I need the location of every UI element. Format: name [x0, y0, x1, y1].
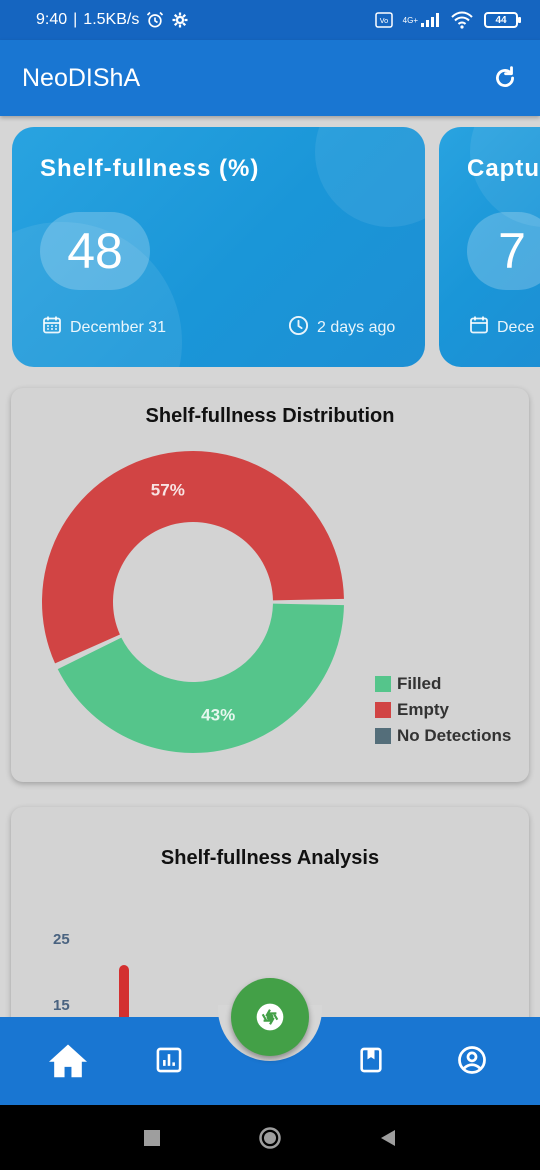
legend-item-no-detections: No Detections: [375, 723, 511, 749]
stat-card-date: December 31: [42, 315, 166, 340]
nav-bookmark-button[interactable]: [349, 1038, 393, 1082]
home-icon: [49, 1044, 87, 1078]
capture-fab-button[interactable]: [231, 978, 309, 1056]
legend-swatch-filled: [375, 676, 391, 692]
back-icon: [381, 1130, 395, 1146]
nav-analytics-button[interactable]: [147, 1038, 191, 1082]
nav-profile-button[interactable]: [450, 1038, 494, 1082]
legend-swatch-no-detections: [375, 728, 391, 744]
nav-home-button[interactable]: [46, 1038, 90, 1082]
stat-card-shelf-fullness[interactable]: Shelf-fullness (%) 48 December 31 2 days…: [12, 127, 425, 367]
legend-item-filled: Filled: [375, 671, 511, 697]
stat-card-value: 7: [467, 212, 540, 290]
account-icon: [458, 1046, 486, 1074]
square-icon: [144, 1130, 160, 1146]
distribution-legend: Filled Empty No Detections: [375, 671, 511, 749]
status-bar: 9:40 | 1.5KB/s Vo 4G+ 44: [0, 0, 540, 40]
calendar-icon: [42, 315, 62, 340]
legend-item-empty: Empty: [375, 697, 511, 723]
signal-icon: 4G+: [403, 12, 440, 28]
stat-card-title: Shelf-fullness (%): [40, 155, 260, 182]
stat-card-value: 48: [40, 212, 150, 290]
chart-icon: [156, 1047, 182, 1073]
app-bar: NeoDIShA: [0, 40, 540, 116]
stat-card-ago: 2 days ago: [288, 315, 395, 341]
clock-icon: [288, 315, 309, 341]
home-system-button[interactable]: [254, 1122, 286, 1154]
donut-label: 43%: [201, 706, 235, 725]
settings-icon: [171, 11, 189, 29]
stat-card-captures[interactable]: Captu 7 Dece: [439, 127, 540, 367]
circle-icon: [259, 1127, 281, 1149]
donut-label: 57%: [151, 480, 185, 499]
refresh-icon[interactable]: [490, 63, 520, 93]
camera-icon: [256, 1003, 284, 1031]
status-time: 9:40: [36, 11, 68, 28]
recent-apps-button[interactable]: [136, 1122, 168, 1154]
alarm-icon: [145, 10, 165, 30]
y-tick-label: 25: [53, 931, 70, 948]
wifi-icon: [450, 11, 474, 29]
analysis-title: Shelf-fullness Analysis: [160, 847, 380, 869]
stat-card-date: Dece: [469, 315, 534, 340]
calendar-icon: [469, 315, 489, 340]
status-speed: 1.5KB/s: [83, 11, 140, 28]
legend-swatch-empty: [375, 702, 391, 718]
app-title: NeoDIShA: [22, 63, 141, 92]
distribution-card: Shelf-fullness Distribution 57% 43% Fille…: [11, 388, 529, 782]
svg-text:Vo: Vo: [379, 17, 388, 25]
battery-icon: 44: [484, 12, 521, 28]
bookmark-icon: [360, 1047, 382, 1073]
stat-card-title: Captu: [467, 155, 540, 182]
back-button[interactable]: [372, 1122, 404, 1154]
volte-icon: Vo: [374, 12, 393, 28]
y-tick-label: 15: [53, 997, 70, 1014]
